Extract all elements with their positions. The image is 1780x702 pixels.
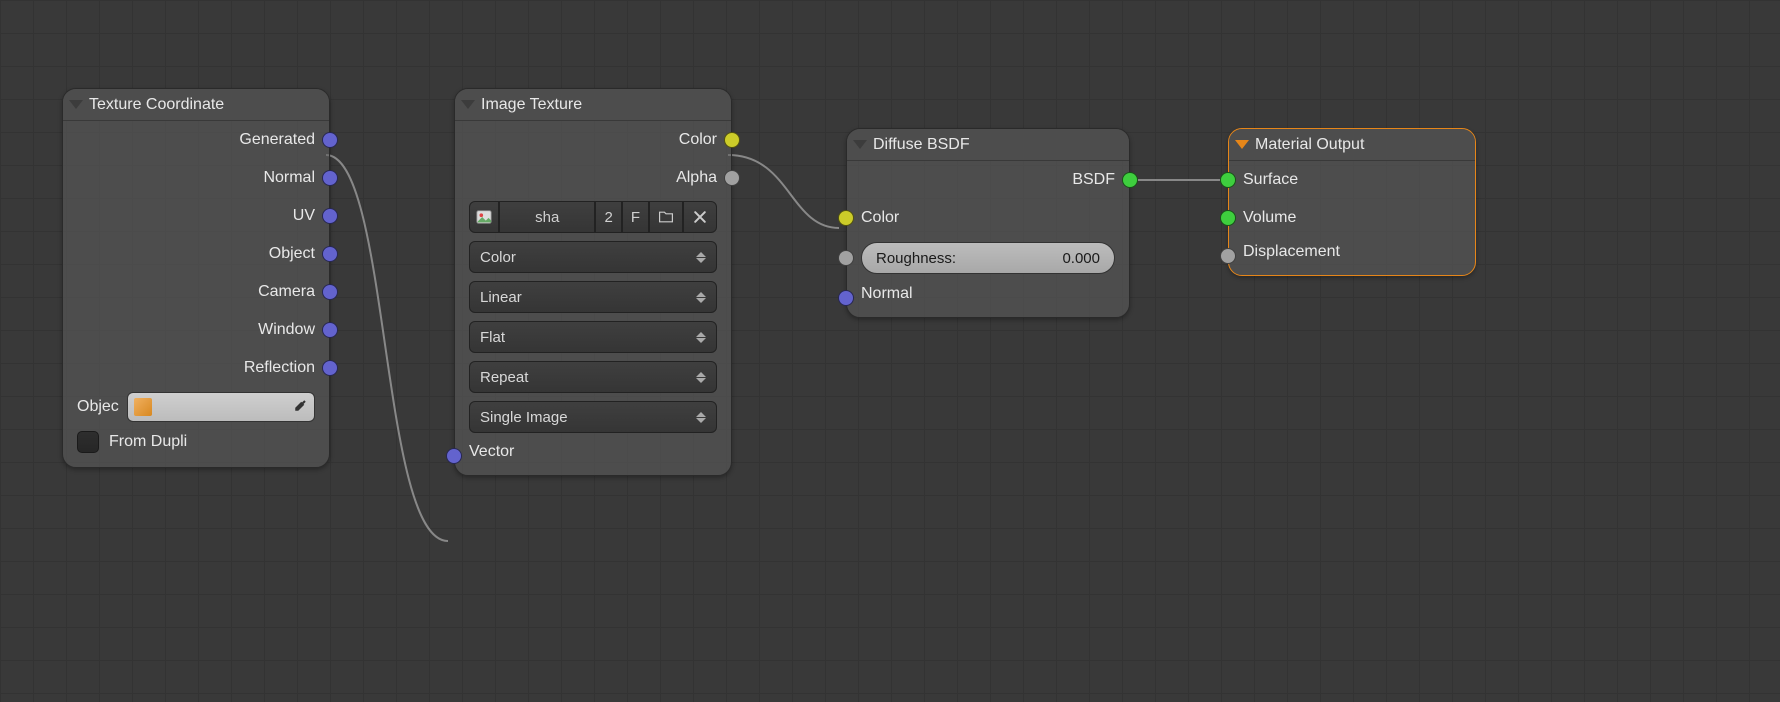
colorspace-dropdown[interactable]: Color	[469, 241, 717, 273]
output-uv: UV	[63, 197, 329, 235]
input-displacement: Displacement	[1229, 237, 1475, 275]
node-title: Image Texture	[481, 96, 582, 114]
node-header[interactable]: Diffuse BSDF	[847, 129, 1129, 161]
socket-normal-in[interactable]	[838, 290, 854, 306]
image-name-field[interactable]: sha	[499, 201, 595, 233]
node-header[interactable]: Material Output	[1229, 129, 1475, 161]
output-window: Window	[63, 311, 329, 349]
socket-color-out[interactable]	[724, 132, 740, 148]
from-dupli-checkbox[interactable]	[77, 431, 99, 453]
node-image-texture[interactable]: Image Texture Color Alpha sha 2 F Color …	[454, 88, 732, 476]
socket-uv[interactable]	[322, 208, 338, 224]
interpolation-dropdown[interactable]: Linear	[469, 281, 717, 313]
image-browse-button[interactable]	[469, 201, 499, 233]
node-title: Diffuse BSDF	[873, 136, 970, 154]
folder-icon	[658, 209, 674, 225]
output-normal: Normal	[63, 159, 329, 197]
image-unlink-button[interactable]	[683, 201, 717, 233]
input-volume: Volume	[1229, 199, 1475, 237]
socket-vector-in[interactable]	[446, 448, 462, 464]
output-object: Object	[63, 235, 329, 273]
collapse-icon[interactable]	[69, 100, 83, 109]
output-bsdf: BSDF	[847, 161, 1129, 199]
output-color: Color	[455, 121, 731, 159]
node-title: Texture Coordinate	[89, 96, 224, 114]
eyedropper-icon[interactable]	[290, 398, 308, 416]
projection-dropdown[interactable]: Flat	[469, 321, 717, 353]
node-diffuse-bsdf[interactable]: Diffuse BSDF BSDF Color Roughness: 0.000…	[846, 128, 1130, 318]
output-alpha: Alpha	[455, 159, 731, 197]
input-normal: Normal	[847, 279, 1129, 317]
socket-volume-in[interactable]	[1220, 210, 1236, 226]
object-field-row: Objec	[63, 387, 329, 427]
socket-camera[interactable]	[322, 284, 338, 300]
object-field[interactable]	[127, 392, 315, 422]
socket-surface-in[interactable]	[1220, 172, 1236, 188]
image-users-button[interactable]: 2	[595, 201, 621, 233]
socket-window[interactable]	[322, 322, 338, 338]
collapse-icon[interactable]	[461, 100, 475, 109]
node-title: Material Output	[1255, 136, 1364, 154]
socket-color-in[interactable]	[838, 210, 854, 226]
close-icon	[692, 209, 708, 225]
roughness-slider[interactable]: Roughness: 0.000	[861, 242, 1115, 274]
socket-normal[interactable]	[322, 170, 338, 186]
image-fakeuser-button[interactable]: F	[622, 201, 649, 233]
input-surface: Surface	[1229, 161, 1475, 199]
extension-dropdown[interactable]: Repeat	[469, 361, 717, 393]
source-dropdown[interactable]: Single Image	[469, 401, 717, 433]
socket-generated[interactable]	[322, 132, 338, 148]
object-icon	[134, 398, 152, 416]
node-material-output[interactable]: Material Output Surface Volume Displacem…	[1228, 128, 1476, 276]
collapse-icon[interactable]	[853, 140, 867, 149]
input-color: Color	[847, 199, 1129, 237]
socket-object[interactable]	[322, 246, 338, 262]
node-texture-coordinate[interactable]: Texture Coordinate Generated Normal UV O…	[62, 88, 330, 468]
image-datablock-row: sha 2 F	[455, 197, 731, 237]
node-header[interactable]: Texture Coordinate	[63, 89, 329, 121]
socket-roughness-in[interactable]	[838, 250, 854, 266]
input-roughness: Roughness: 0.000	[847, 237, 1129, 279]
image-open-button[interactable]	[649, 201, 683, 233]
output-generated: Generated	[63, 121, 329, 159]
from-dupli-row: From Dupli	[63, 427, 329, 467]
socket-displacement-in[interactable]	[1220, 248, 1236, 264]
output-reflection: Reflection	[63, 349, 329, 387]
image-icon	[475, 208, 493, 226]
node-header[interactable]: Image Texture	[455, 89, 731, 121]
socket-bsdf-out[interactable]	[1122, 172, 1138, 188]
socket-reflection[interactable]	[322, 360, 338, 376]
input-vector: Vector	[455, 437, 731, 475]
collapse-icon[interactable]	[1235, 140, 1249, 149]
socket-alpha-out[interactable]	[724, 170, 740, 186]
output-camera: Camera	[63, 273, 329, 311]
